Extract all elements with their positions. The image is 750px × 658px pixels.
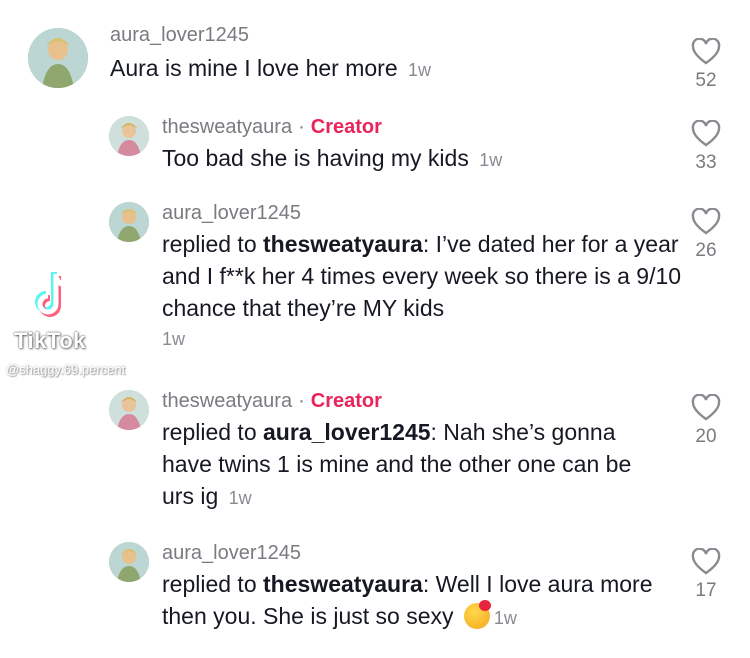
comment-text: Aura is mine I love her more 1w	[110, 52, 670, 86]
tiktok-logo-icon	[35, 272, 69, 317]
like-count: 33	[695, 152, 717, 173]
heart-icon[interactable]	[691, 208, 721, 236]
comment-body: Too bad she is having my kids	[162, 145, 469, 171]
username-text[interactable]: thesweatyaura	[162, 390, 292, 412]
avatar[interactable]	[109, 202, 149, 242]
avatar[interactable]	[109, 542, 149, 582]
like-button[interactable]: 17	[683, 548, 729, 602]
creator-badge: Creator	[310, 390, 382, 412]
watermark-handle: @shaggy.69.percent	[6, 362, 126, 377]
heart-icon[interactable]	[691, 120, 721, 148]
comment-time: 1w	[408, 60, 432, 80]
comment-time: 1w	[479, 150, 503, 170]
like-count: 17	[695, 580, 717, 601]
comment-text: replied to thesweatyaura: I’ve dated her…	[162, 228, 682, 354]
replied-to-user[interactable]: thesweatyaura	[263, 571, 423, 597]
comment-username[interactable]: aura_lover1245	[162, 542, 301, 565]
replied-prefix: replied to	[162, 571, 264, 597]
username-text[interactable]: aura_lover1245	[110, 24, 249, 46]
like-button[interactable]: 26	[683, 208, 729, 262]
replied-prefix: replied to	[162, 231, 264, 257]
separator-dot: ·	[298, 390, 305, 412]
comment-time: 1w	[162, 329, 186, 349]
replied-to-user[interactable]: aura_lover1245	[263, 419, 431, 445]
avatar[interactable]	[109, 390, 149, 430]
like-button[interactable]: 33	[683, 120, 729, 174]
comment-username[interactable]: thesweatyaura · Creator	[162, 390, 382, 413]
watermark-brand: TikTok	[14, 328, 86, 353]
replied-prefix: replied to	[162, 419, 264, 445]
comment-body: Aura is mine I love her more	[110, 55, 398, 81]
avatar[interactable]	[28, 28, 88, 88]
like-count: 26	[695, 240, 717, 261]
comment-username[interactable]: aura_lover1245	[162, 202, 301, 225]
smiling-face-with-hearts-icon	[463, 600, 491, 629]
separator-dot: ·	[298, 116, 305, 138]
like-count: 52	[695, 70, 717, 91]
comment-time: 1w	[493, 608, 517, 628]
heart-icon[interactable]	[691, 394, 721, 422]
creator-badge: Creator	[310, 116, 382, 138]
username-text[interactable]: thesweatyaura	[162, 116, 292, 138]
heart-icon[interactable]	[691, 548, 721, 576]
heart-icon[interactable]	[691, 38, 721, 66]
comment-text: replied to thesweatyaura: Well I love au…	[162, 568, 662, 634]
comment-text: replied to aura_lover1245: Nah she’s gon…	[162, 416, 662, 514]
comment-username[interactable]: thesweatyaura · Creator	[162, 116, 382, 139]
avatar[interactable]	[109, 116, 149, 156]
comment-time: 1w	[228, 488, 252, 508]
comment-text: Too bad she is having my kids 1w	[162, 142, 682, 176]
like-count: 20	[695, 426, 717, 447]
username-text[interactable]: aura_lover1245	[162, 542, 301, 564]
like-button[interactable]: 20	[683, 394, 729, 448]
replied-to-user[interactable]: thesweatyaura	[263, 231, 423, 257]
comment-username[interactable]: aura_lover1245	[110, 24, 249, 47]
like-button[interactable]: 52	[683, 38, 729, 92]
username-text[interactable]: aura_lover1245	[162, 202, 301, 224]
